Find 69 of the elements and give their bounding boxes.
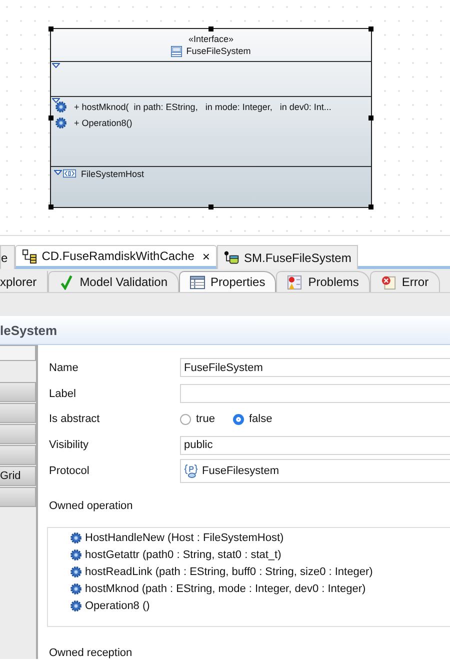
resize-handle[interactable] — [48, 204, 54, 210]
view-tab[interactable]: Problems — [276, 271, 370, 292]
gear-icon — [70, 600, 82, 612]
editor-tab[interactable]: e — [0, 245, 15, 269]
radio-button[interactable] — [180, 414, 191, 425]
text-field[interactable]: public — [180, 436, 450, 455]
resize-handle[interactable] — [208, 204, 214, 210]
operation-text: + hostMknod( in path: EString, in mode: Integer, in dev0: Int... — [74, 102, 332, 112]
state-diagram-icon — [224, 250, 239, 265]
section-tab[interactable] — [0, 445, 36, 465]
gear-icon — [55, 117, 67, 129]
close-icon[interactable]: × — [202, 248, 210, 264]
section-label: Owned reception — [49, 646, 132, 659]
gear-icon — [55, 101, 67, 113]
interface-box[interactable]: «Interface» FuseFileSystem + hostMknod( in path: EString, in mode: Integer, in dev0: Int... + Operation8() FileSystemHost — [50, 28, 372, 208]
collapse-icon[interactable] — [54, 170, 62, 175]
section-tab[interactable] — [0, 487, 36, 507]
properties-title: leSystem — [0, 322, 58, 338]
check-icon — [58, 274, 74, 290]
editor-tab[interactable]: CD.FuseRamdiskWithCache × — [14, 245, 217, 269]
gear-icon — [70, 583, 82, 596]
view-tab[interactable]: Model Validation — [48, 271, 179, 292]
section-tab[interactable] — [0, 424, 36, 444]
operation-item[interactable]: hostMknod (path : EString, mode : Integer, dev0 : Integer) — [70, 580, 450, 598]
view-tab[interactable]: Properties — [178, 271, 276, 292]
reference-field[interactable]: FuseFilesystem — [180, 459, 450, 484]
nested-type-name: FileSystemHost — [81, 169, 144, 179]
radio-option[interactable]: true — [180, 413, 215, 426]
view-tab[interactable]: xplorer — [0, 271, 48, 292]
diagram-icon — [22, 248, 37, 264]
collapse-icon[interactable] — [52, 63, 60, 68]
operation-item[interactable]: HostHandleNew (Host : FileSystemHost) — [70, 530, 450, 547]
resize-handle[interactable] — [368, 116, 374, 120]
section-tab[interactable]: Grid — [0, 466, 36, 486]
interface-icon — [171, 46, 182, 56]
section-tab[interactable] — [0, 345, 36, 361]
collapse-icon[interactable] — [52, 98, 60, 103]
interface-name: FuseFileSystem — [186, 46, 251, 56]
operation-text: + Operation8() — [74, 118, 132, 128]
gear-icon — [70, 532, 82, 544]
problems-icon — [287, 274, 302, 290]
error-log-icon — [380, 274, 396, 290]
text-field[interactable] — [180, 384, 450, 404]
section-tab[interactable] — [0, 403, 36, 423]
text-field[interactable]: FuseFileSystem — [180, 358, 450, 378]
operation-item[interactable]: hostGetattr (path0 : String, stat0 : stat_t) — [70, 546, 450, 564]
resize-handle[interactable] — [208, 26, 214, 32]
section-label: Owned operation — [49, 500, 133, 512]
resize-handle[interactable] — [368, 204, 374, 210]
operation-item[interactable]: hostReadLink (path : EString, buff0 : String, size0 : Integer) — [70, 564, 450, 581]
resize-handle[interactable] — [48, 26, 54, 32]
stereotype-label: «Interface» — [188, 34, 234, 44]
editor-tab[interactable]: SM.FuseFileSystem — [217, 245, 358, 269]
section-tab[interactable] — [0, 382, 36, 402]
gear-icon — [70, 566, 82, 578]
operation-item[interactable]: Operation8 () — [70, 598, 450, 615]
resize-handle[interactable] — [48, 116, 54, 120]
table-icon — [190, 274, 205, 290]
protocol-icon — [184, 464, 198, 478]
field-label: Visibility — [49, 439, 90, 452]
field-label: Name — [49, 362, 80, 374]
field-label: Is abstract — [49, 413, 101, 426]
radio-option[interactable]: false — [232, 413, 272, 426]
view-tab[interactable]: Error — [370, 271, 440, 292]
gear-icon — [70, 549, 82, 562]
field-label: Protocol — [49, 465, 90, 478]
field-label: Label — [49, 388, 77, 400]
resize-handle[interactable] — [368, 26, 374, 32]
radio-button[interactable] — [232, 414, 244, 425]
